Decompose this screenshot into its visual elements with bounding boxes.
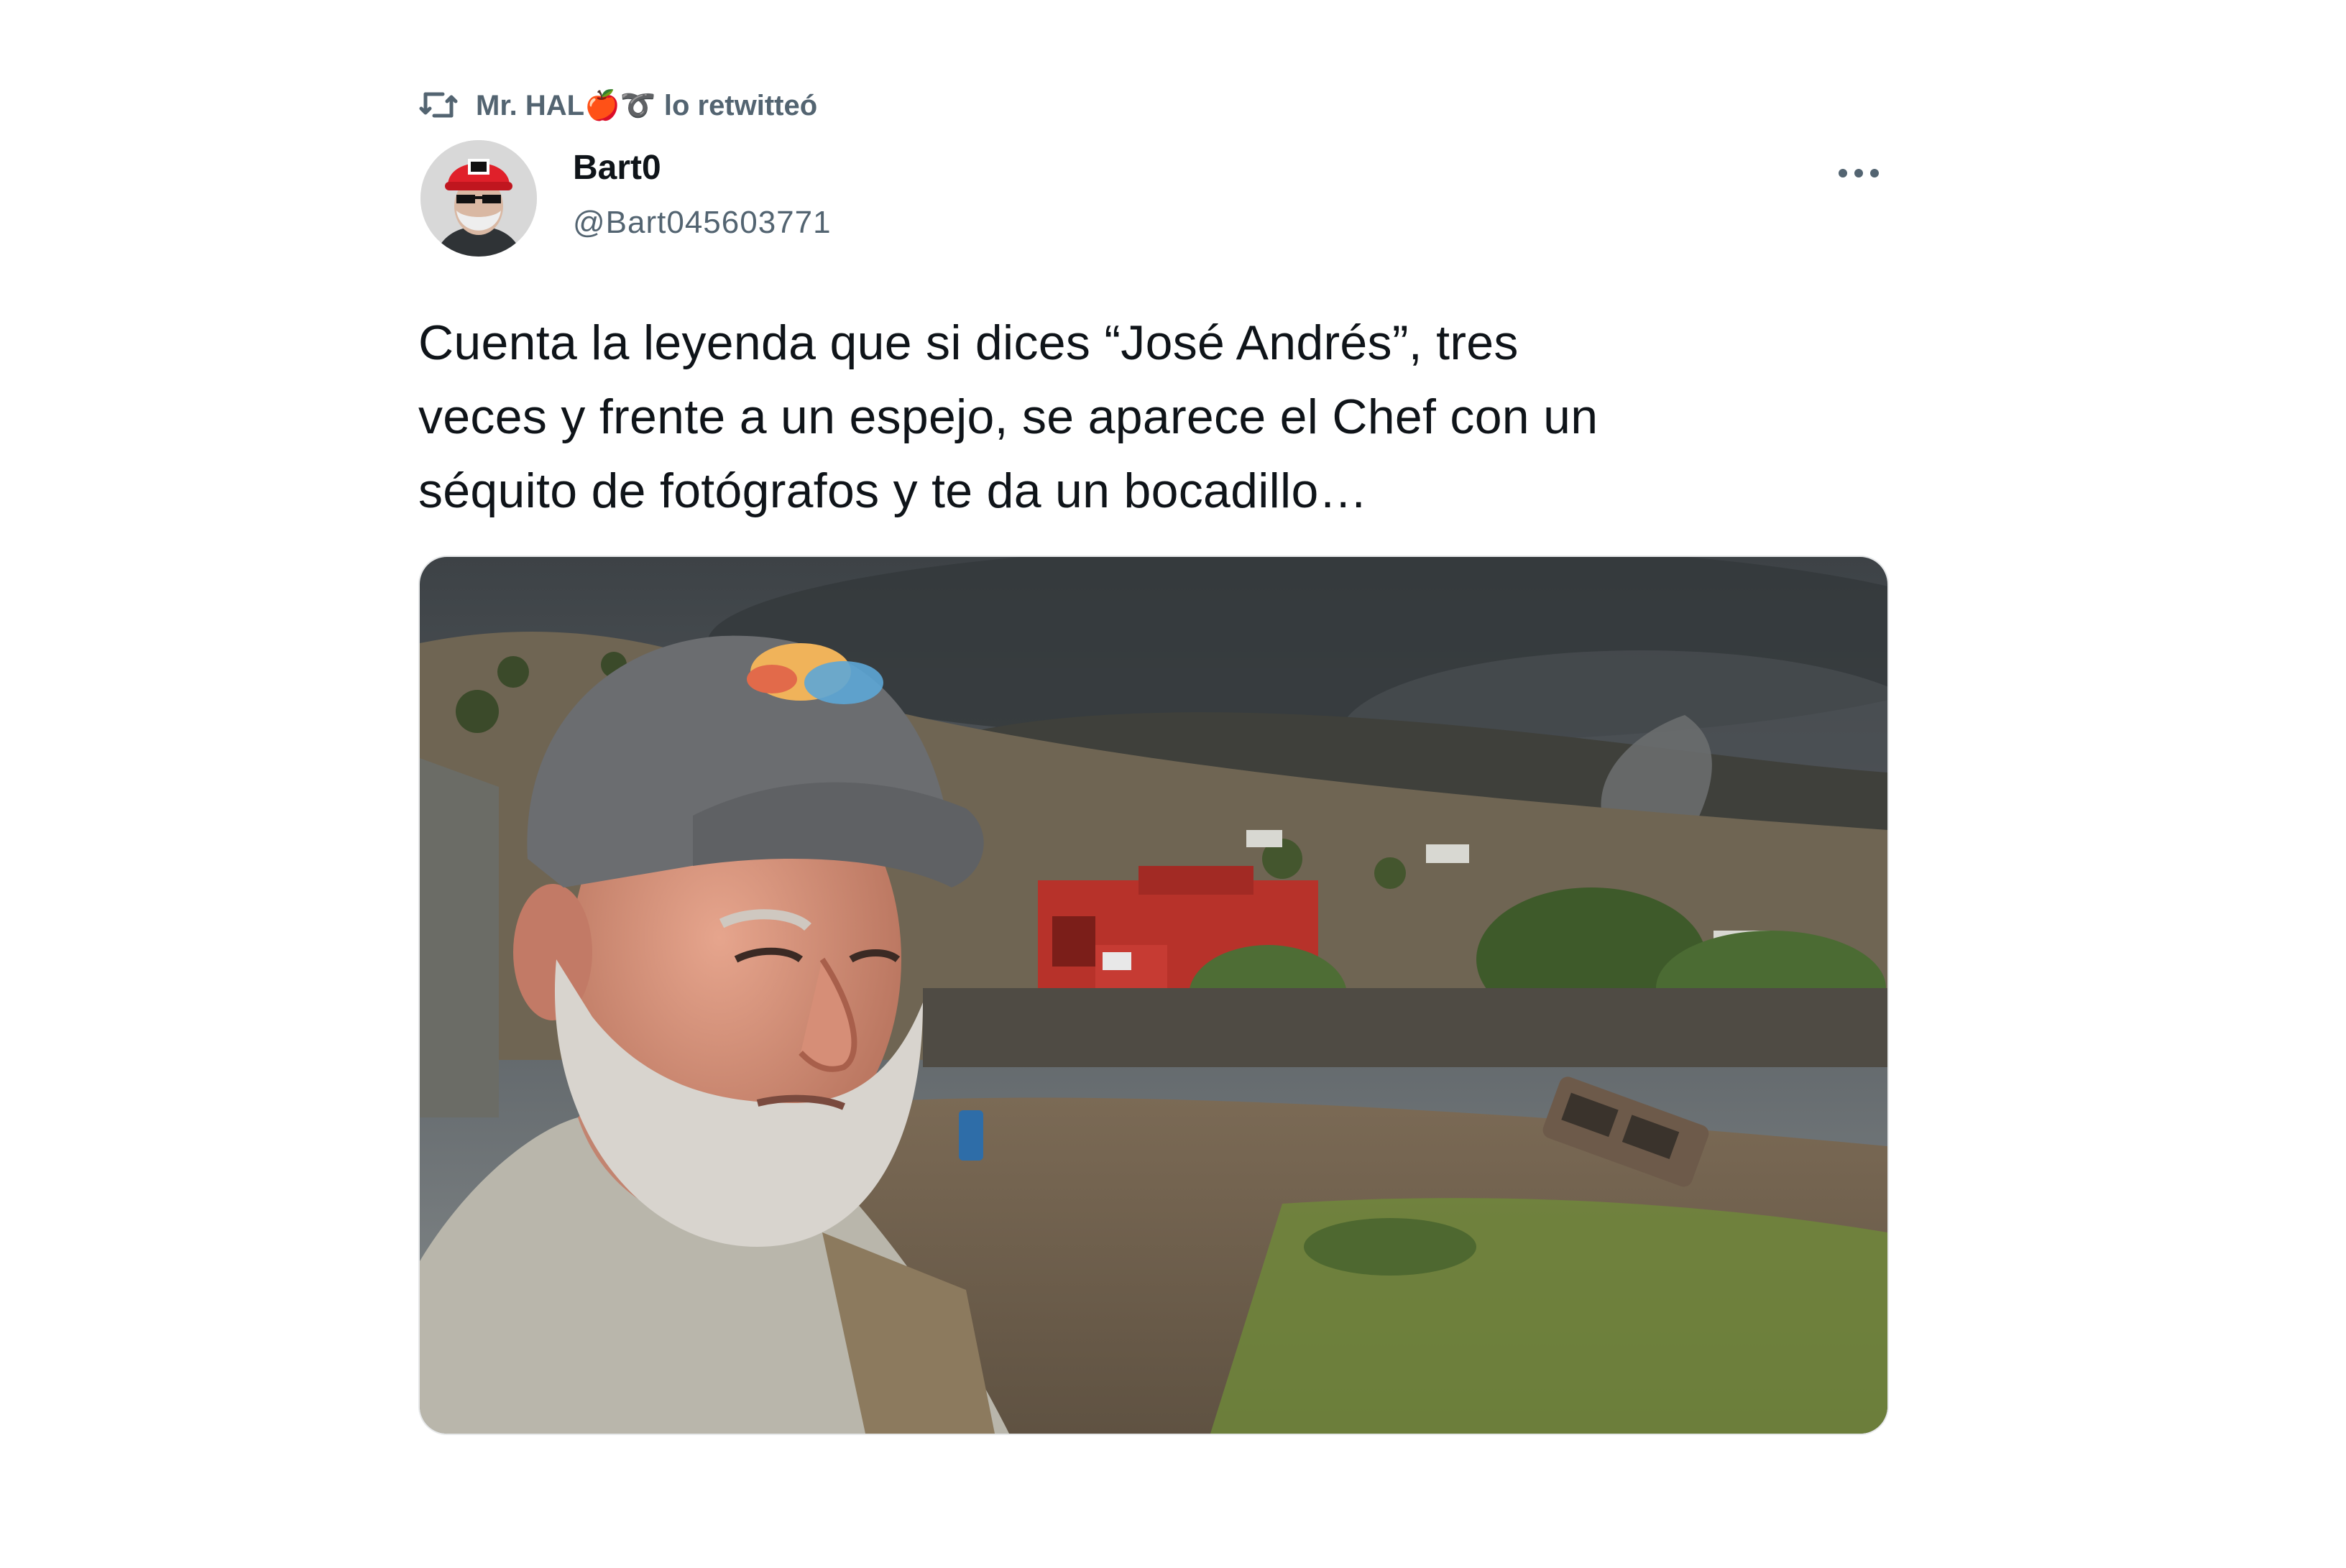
more-options-button[interactable] (1831, 157, 1886, 190)
tweet-photo[interactable] (418, 555, 1889, 1435)
author-display-name[interactable]: Bart0 (573, 148, 661, 188)
retweet-icon (418, 88, 460, 121)
retweet-context[interactable]: Mr. HAL🍎➰ lo retwitteó (418, 88, 817, 122)
author-handle[interactable]: @Bart045603771 (573, 205, 832, 241)
avatar[interactable] (420, 140, 537, 257)
more-options-icon (1839, 169, 1879, 177)
page: Mr. HAL🍎➰ lo retwitteó Bart0 @Bart045603… (0, 0, 2346, 1568)
tweet-text: Cuenta la leyenda que si dices “José And… (418, 315, 1598, 518)
retweet-text[interactable]: Mr. HAL🍎➰ lo retwitteó (476, 88, 817, 122)
